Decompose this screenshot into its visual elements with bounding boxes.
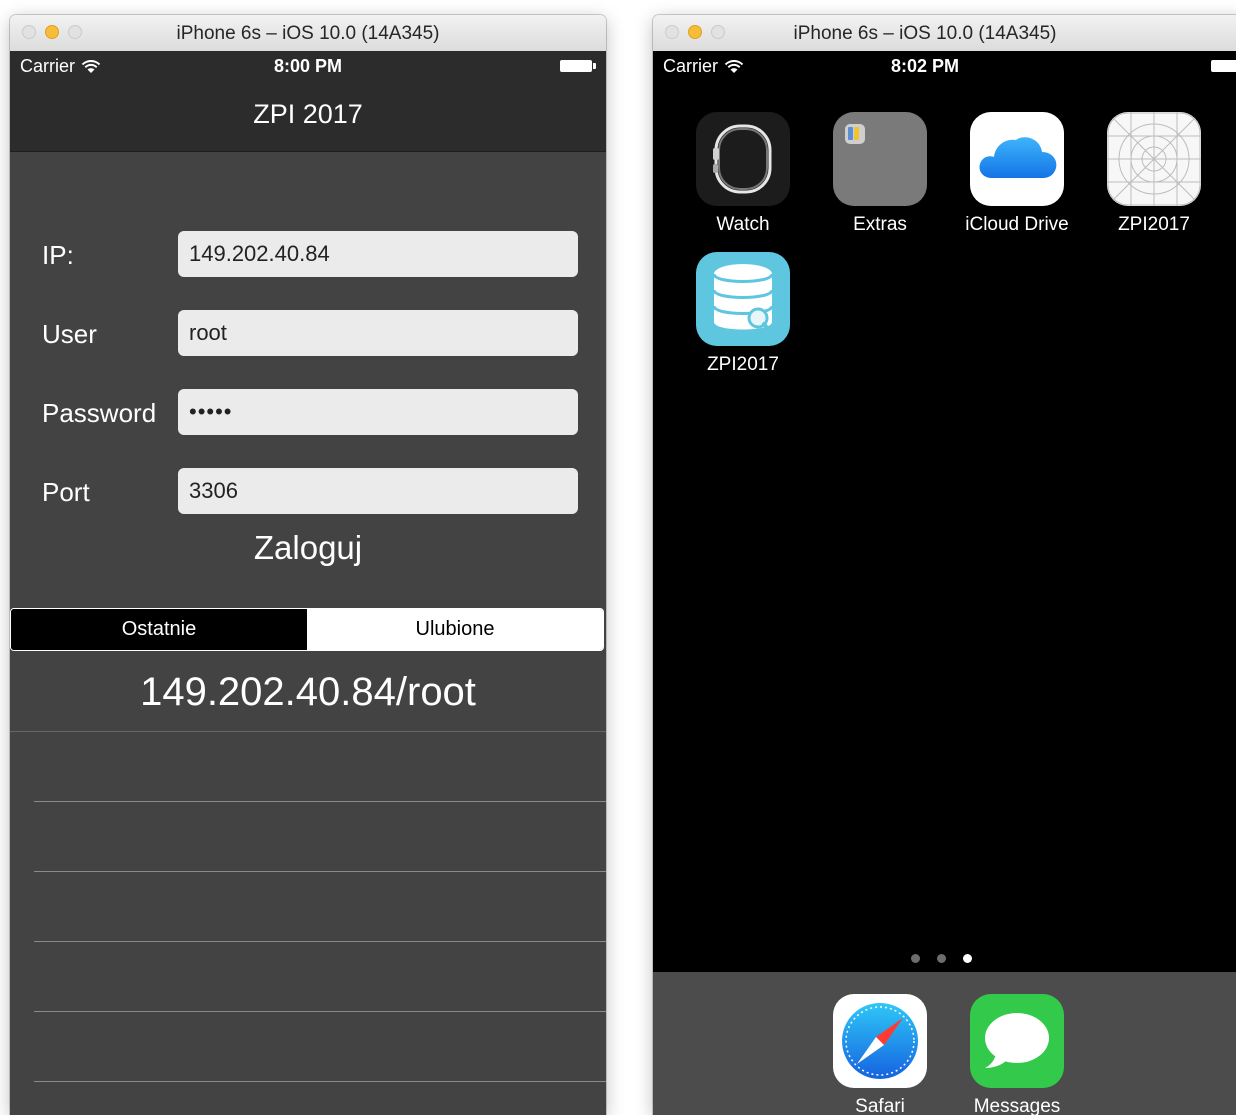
dock: Safari Messages xyxy=(653,972,1236,1115)
list-item[interactable] xyxy=(34,872,606,942)
page-dot xyxy=(911,954,920,963)
ip-label: IP: xyxy=(42,240,74,270)
status-bar: Carrier 8:00 PM xyxy=(10,51,606,81)
placeholder-app-icon xyxy=(1107,112,1201,206)
segmented-control: Ostatnie Ulubione xyxy=(10,608,604,651)
page-dot-active xyxy=(963,954,972,963)
password-label: Password xyxy=(42,398,157,428)
battery-icon xyxy=(560,60,596,72)
login-button[interactable]: Zaloguj xyxy=(10,529,606,567)
segment-recent[interactable]: Ostatnie xyxy=(11,609,307,650)
compass-icon xyxy=(833,994,927,1088)
speech-bubble-icon xyxy=(970,994,1064,1088)
page-indicator[interactable] xyxy=(911,954,972,963)
list-item[interactable] xyxy=(34,732,606,802)
app-label: ZPI2017 xyxy=(1118,214,1190,235)
user-row: User root xyxy=(10,310,606,358)
simulator-window-left: iPhone 6s – iOS 10.0 (14A345) Carrier 8:… xyxy=(10,15,606,1115)
ip-field[interactable]: 149.202.40.84 xyxy=(178,231,578,277)
app-label: iCloud Drive xyxy=(965,214,1069,235)
list-item[interactable]: 149.202.40.84/root xyxy=(10,653,606,732)
window-title: iPhone 6s – iOS 10.0 (14A345) xyxy=(793,23,1057,44)
window-title: iPhone 6s – iOS 10.0 (14A345) xyxy=(176,23,440,44)
nav-title: ZPI 2017 xyxy=(253,98,363,129)
port-label: Port xyxy=(42,477,90,507)
nav-divider xyxy=(10,151,606,152)
window-titlebar[interactable]: iPhone 6s – iOS 10.0 (14A345) xyxy=(653,15,1236,52)
page-dot xyxy=(937,954,946,963)
port-row: Port 3306 xyxy=(10,468,606,516)
folder-icon xyxy=(833,112,927,206)
password-field[interactable]: ••••• xyxy=(178,389,578,435)
app-label: Messages xyxy=(973,1096,1061,1115)
watch-app-icon xyxy=(696,112,790,206)
cloud-icon xyxy=(970,112,1064,206)
app-zpi2017[interactable]: ZPI2017 xyxy=(688,252,798,376)
list-item[interactable] xyxy=(34,1012,606,1082)
top-bar: Carrier 8:00 PM ZPI 2017 xyxy=(10,51,606,152)
database-search-icon xyxy=(696,252,790,346)
status-time: 8:02 PM xyxy=(890,56,960,76)
app-label: ZPI2017 xyxy=(707,354,779,375)
status-bar: Carrier 8:02 PM xyxy=(653,51,1236,81)
app-watch[interactable]: Watch xyxy=(688,112,798,236)
app-extras[interactable]: Extras xyxy=(825,112,935,236)
password-row: Password ••••• xyxy=(10,389,606,437)
app-label: Safari xyxy=(855,1096,905,1115)
list-item[interactable] xyxy=(34,802,606,872)
status-time: 8:00 PM xyxy=(273,56,343,76)
user-label: User xyxy=(42,319,97,349)
segment-favorites[interactable]: Ulubione xyxy=(307,609,603,650)
simulator-window-right: iPhone 6s – iOS 10.0 (14A345) Carrier 8:… xyxy=(653,15,1236,1115)
history-list: 149.202.40.84/root xyxy=(10,653,606,1115)
battery-icon xyxy=(1211,60,1236,72)
list-item[interactable] xyxy=(34,942,606,1012)
app-icloud-drive[interactable]: iCloud Drive xyxy=(962,112,1072,236)
port-field[interactable]: 3306 xyxy=(178,468,578,514)
user-field[interactable]: root xyxy=(178,310,578,356)
device-screen: Carrier 8:00 PM ZPI 2017 IP: 149.202.40.… xyxy=(10,51,606,1115)
window-titlebar[interactable]: iPhone 6s – iOS 10.0 (14A345) xyxy=(10,15,606,52)
app-zpi2017-placeholder[interactable]: ZPI2017 xyxy=(1099,112,1209,236)
app-label: Extras xyxy=(853,214,907,235)
app-label: Watch xyxy=(716,214,770,235)
navigation-bar: ZPI 2017 xyxy=(10,81,606,151)
app-safari[interactable]: Safari xyxy=(825,994,935,1115)
ip-row: IP: 149.202.40.84 xyxy=(10,231,606,279)
app-messages[interactable]: Messages xyxy=(962,994,1072,1115)
home-screen: Carrier 8:02 PM Watch Extras iCloud Driv… xyxy=(653,51,1236,1115)
